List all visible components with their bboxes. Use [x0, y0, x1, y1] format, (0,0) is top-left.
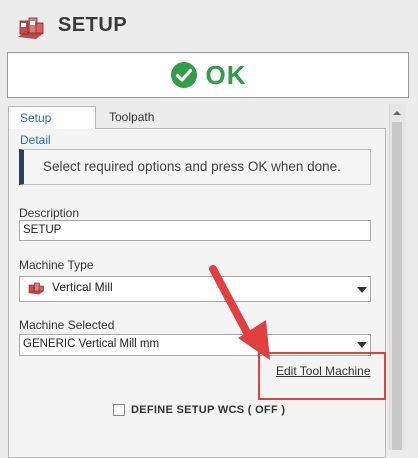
- description-input[interactable]: SETUP: [19, 220, 371, 241]
- mill-icon: [28, 282, 44, 295]
- define-wcs-checkbox[interactable]: [113, 404, 125, 416]
- description-label: Description: [19, 206, 80, 220]
- machine-type-label: Machine Type: [19, 258, 94, 272]
- tab-setup-detail[interactable]: Setup Detail: [8, 106, 96, 147]
- ok-button[interactable]: OK: [7, 52, 409, 98]
- machine-selected-label: Machine Selected: [19, 318, 115, 332]
- tab-toolpath[interactable]: Toolpath: [98, 106, 165, 129]
- machine-selected-value: GENERIC Vertical Mill mm: [23, 338, 160, 350]
- scroll-thumb[interactable]: [392, 122, 402, 450]
- info-message: Select required options and press OK whe…: [19, 149, 371, 185]
- define-wcs-label: DEFINE SETUP WCS ( OFF ): [131, 404, 286, 416]
- chevron-down-icon[interactable]: [357, 342, 367, 348]
- panel-title: SETUP: [58, 14, 128, 36]
- scroll-up-icon[interactable]: [391, 107, 403, 119]
- annotation-arrow-icon: [209, 265, 270, 360]
- machine-type-value: Vertical Mill: [52, 280, 113, 294]
- edit-tool-machine-link[interactable]: Edit Tool Machine: [276, 364, 371, 378]
- machine-tool-icon: [18, 17, 44, 39]
- ok-label: OK: [205, 59, 247, 90]
- check-circle-icon: [170, 62, 197, 88]
- chevron-down-icon[interactable]: [357, 287, 367, 293]
